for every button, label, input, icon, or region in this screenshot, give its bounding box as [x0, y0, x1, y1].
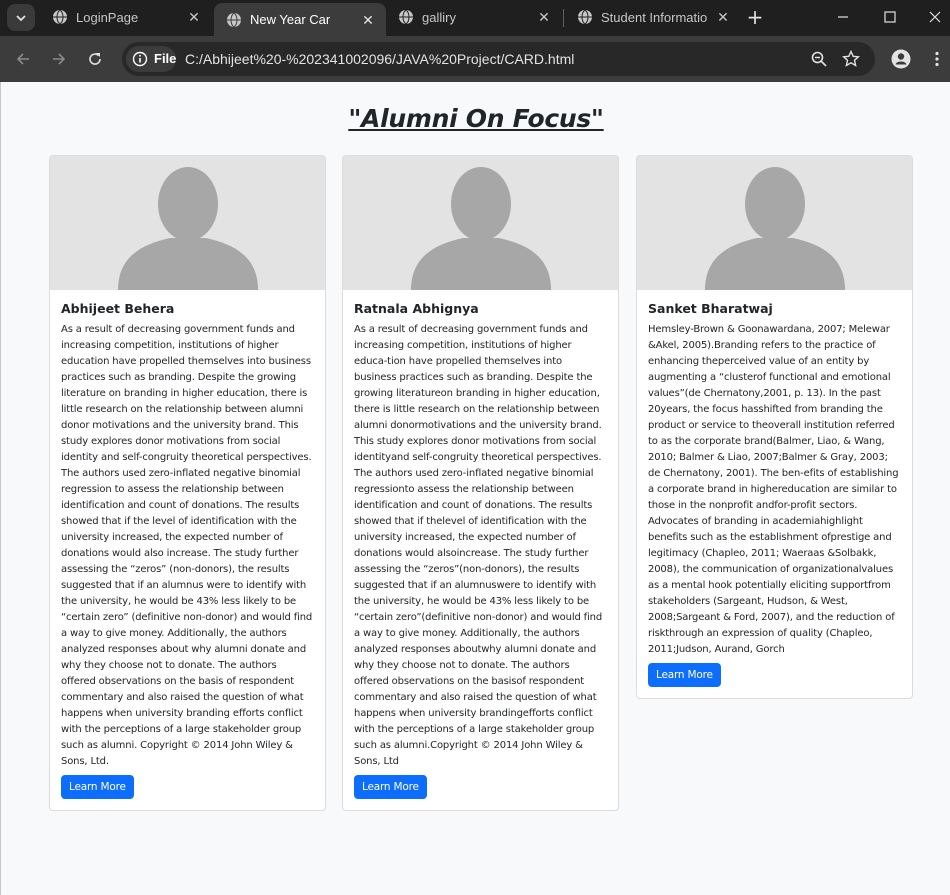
- url-text[interactable]: C:/Abhijeet%20-%202341002096/JAVA%20Proj…: [185, 51, 574, 67]
- person-silhouette-icon: [704, 167, 845, 290]
- tab-new-year-card-gallery[interactable]: New Year Card Gallery ✕: [214, 3, 386, 36]
- tab-loginpage[interactable]: LoginPage ✕: [40, 2, 215, 32]
- alumni-card: Abhijeet Behera As a result of decreasin…: [49, 155, 326, 811]
- tab-separator: [563, 9, 564, 27]
- forward-arrow-icon: [53, 53, 66, 65]
- forward-button[interactable]: [47, 47, 71, 71]
- card-body: Sanket Bharatwaj Hemsley-Brown & Goonawa…: [637, 290, 912, 698]
- plus-icon: +: [746, 5, 764, 29]
- card-body: Abhijeet Behera As a result of decreasin…: [50, 290, 325, 810]
- tab-title: galliry: [422, 9, 456, 25]
- tab-student-information[interactable]: Student Information ✕: [565, 2, 740, 32]
- reload-icon: [89, 53, 101, 65]
- window-close-button[interactable]: [923, 6, 947, 28]
- back-arrow-icon: [16, 53, 29, 65]
- card-image: [637, 156, 912, 290]
- card-image: [343, 156, 618, 290]
- globe-icon: [53, 9, 67, 25]
- card-name: Ratnala Abhignya: [354, 301, 479, 316]
- tab-title: New Year Card Gallery: [250, 12, 330, 27]
- close-icon[interactable]: ✕: [536, 9, 552, 25]
- alumni-card: Ratnala Abhignya As a result of decreasi…: [342, 155, 619, 811]
- card-image: [50, 156, 325, 290]
- menu-button[interactable]: [926, 48, 948, 70]
- address-bar[interactable]: File C:/Abhijeet%20-%202341002096/JAVA%2…: [122, 42, 875, 76]
- file-label: File: [154, 51, 177, 66]
- card-text: As a result of decreasing government fun…: [354, 324, 603, 767]
- page-title: "Alumni On Focus": [348, 104, 604, 133]
- profile-icon: [891, 49, 911, 69]
- zoom-icon[interactable]: [810, 50, 828, 68]
- tab-strip: LoginPage ✕ New Year Card Gallery ✕ gall…: [0, 0, 950, 36]
- person-silhouette-icon: [117, 167, 258, 290]
- close-icon[interactable]: ✕: [186, 9, 202, 25]
- page-content: "Alumni On Focus" Abhijeet Behera As a r…: [0, 82, 950, 895]
- reload-button[interactable]: [83, 47, 107, 71]
- new-tab-button[interactable]: +: [744, 6, 766, 28]
- tab-galliry[interactable]: galliry ✕: [386, 2, 561, 32]
- minimize-button[interactable]: [831, 6, 855, 28]
- minimize-icon: [838, 16, 848, 18]
- star-icon[interactable]: [842, 50, 860, 68]
- learn-more-button[interactable]: Learn More: [61, 775, 134, 799]
- card-body: Ratnala Abhignya As a result of decreasi…: [343, 290, 618, 810]
- close-icon[interactable]: ✕: [360, 12, 376, 28]
- tab-search-icon: [16, 14, 26, 21]
- learn-more-button[interactable]: Learn More: [648, 663, 721, 687]
- menu-dots-icon: [935, 51, 939, 67]
- person-silhouette-icon: [410, 167, 551, 290]
- tab-title: LoginPage: [76, 9, 139, 25]
- learn-more-button[interactable]: Learn More: [354, 775, 427, 799]
- profile-button[interactable]: [890, 48, 912, 70]
- card-text: As a result of decreasing government fun…: [61, 324, 313, 767]
- alumni-card: Sanket Bharatwaj Hemsley-Brown & Goonawa…: [636, 155, 913, 699]
- info-icon: [132, 51, 148, 67]
- globe-icon: [578, 9, 592, 25]
- close-icon[interactable]: ✕: [715, 9, 731, 25]
- maximize-icon: [884, 11, 896, 23]
- card-name: Abhijeet Behera: [61, 301, 175, 316]
- tab-search-button[interactable]: [7, 4, 35, 31]
- window-close-icon: [929, 11, 941, 23]
- maximize-button[interactable]: [878, 6, 902, 28]
- globe-icon: [399, 9, 413, 25]
- site-info-chip[interactable]: File: [126, 46, 176, 72]
- card-name: Sanket Bharatwaj: [648, 301, 773, 316]
- card-text: Hemsley-Brown & Goonawardana, 2007; Mele…: [648, 324, 899, 655]
- globe-icon: [227, 12, 241, 27]
- back-button[interactable]: [11, 47, 35, 71]
- tab-title: Student Information: [601, 9, 707, 25]
- browser-toolbar: File C:/Abhijeet%20-%202341002096/JAVA%2…: [0, 36, 950, 82]
